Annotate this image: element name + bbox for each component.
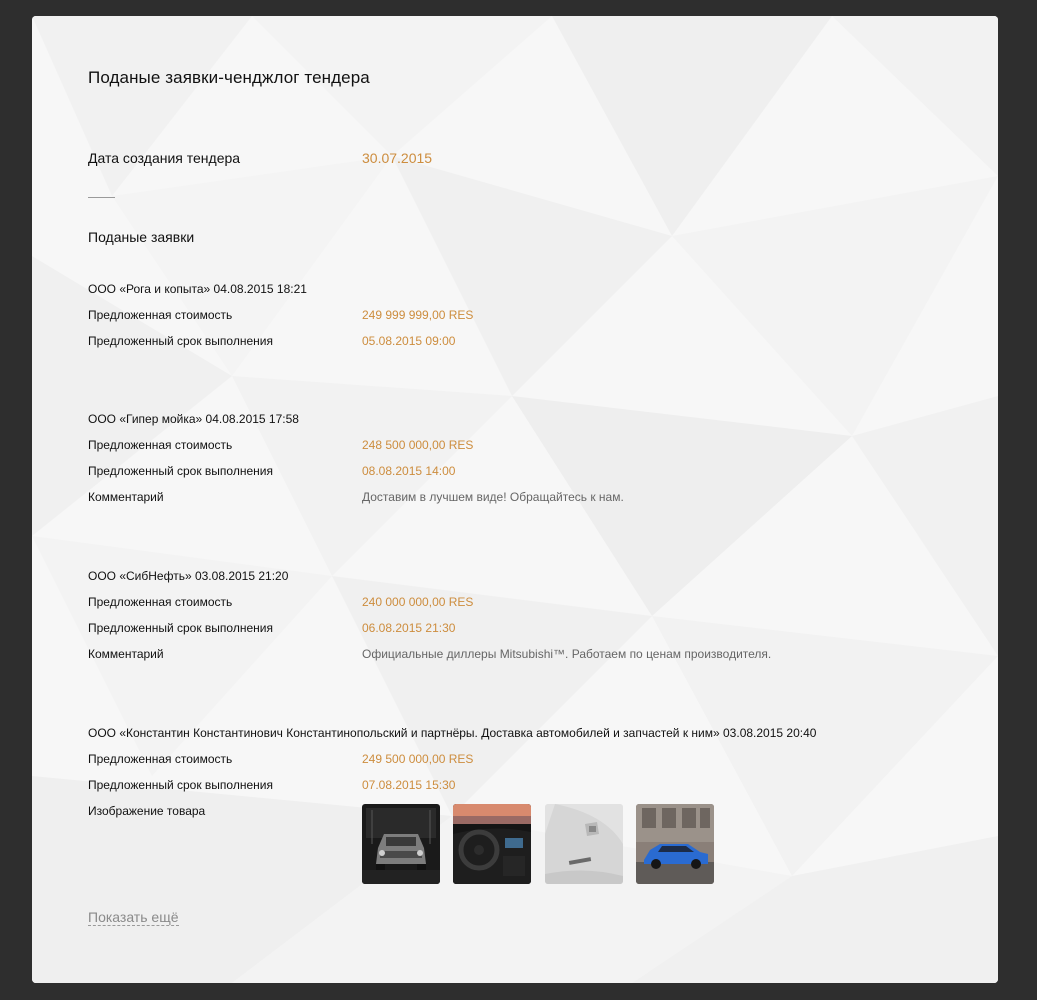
row-value: 249 500 000,00 RES xyxy=(362,752,474,766)
product-image-car-rear[interactable] xyxy=(545,804,623,884)
row-value: Доставим в лучшем виде! Обращайтесь к на… xyxy=(362,490,624,504)
row-label: Комментарий xyxy=(88,490,164,504)
row-label: Предложенная стоимость xyxy=(88,595,233,609)
row-value: 07.08.2015 15:30 xyxy=(362,778,456,792)
car-front-image xyxy=(362,804,440,884)
product-image-car-blue[interactable] xyxy=(636,804,714,884)
divider xyxy=(88,197,115,198)
row-label: Предложенная стоимость xyxy=(88,308,233,322)
tender-card: Поданые заявки-ченджлог тендера Дата соз… xyxy=(32,16,998,983)
car-interior-image xyxy=(453,804,531,884)
bid-header: ООО «Константин Константинович Константи… xyxy=(88,726,817,740)
bid-row-deadline: Предложенный срок выполнения 07.08.2015 … xyxy=(88,778,968,796)
bid-row-price: Предложенная стоимость 248 500 000,00 RE… xyxy=(88,438,968,456)
bid-row-images: Изображение товара xyxy=(88,804,968,886)
row-value: 249 999 999,00 RES xyxy=(362,308,474,322)
bid-header: ООО «СибНефть» 03.08.2015 21:20 xyxy=(88,569,289,583)
bid-row-price: Предложенная стоимость 249 999 999,00 RE… xyxy=(88,308,968,326)
row-value: 240 000 000,00 RES xyxy=(362,595,474,609)
product-image-car-interior[interactable] xyxy=(453,804,531,884)
bid-header: ООО «Гипер мойка» 04.08.2015 17:58 xyxy=(88,412,299,426)
row-value: 05.08.2015 09:00 xyxy=(362,334,456,348)
bid-row-deadline: Предложенный срок выполнения 08.08.2015 … xyxy=(88,464,968,482)
bid-row-comment: Комментарий Официальные диллеры Mitsubis… xyxy=(88,647,968,665)
bid-header: ООО «Рога и копыта» 04.08.2015 18:21 xyxy=(88,282,307,296)
car-blue-image xyxy=(636,804,714,884)
bid-row-comment: Комментарий Доставим в лучшем виде! Обра… xyxy=(88,490,968,508)
row-label: Предложенный срок выполнения xyxy=(88,334,273,348)
row-value: 08.08.2015 14:00 xyxy=(362,464,456,478)
bid-row-price: Предложенная стоимость 240 000 000,00 RE… xyxy=(88,595,968,613)
row-label: Предложенный срок выполнения xyxy=(88,778,273,792)
page-title: Поданые заявки-ченджлог тендера xyxy=(88,68,370,87)
bid-row-deadline: Предложенный срок выполнения 05.08.2015 … xyxy=(88,334,968,352)
created-label: Дата создания тендера xyxy=(88,150,241,166)
show-more-link[interactable]: Показать ещё xyxy=(88,909,179,926)
car-rear-image xyxy=(545,804,623,884)
row-label: Изображение товара xyxy=(88,804,206,818)
row-label: Предложенная стоимость xyxy=(88,438,233,452)
created-value: 30.07.2015 xyxy=(362,150,433,166)
product-image-car-front[interactable] xyxy=(362,804,440,884)
row-value: Официальные диллеры Mitsubishi™. Работае… xyxy=(362,647,772,661)
row-label: Предложенная стоимость xyxy=(88,752,233,766)
row-value: 06.08.2015 21:30 xyxy=(362,621,456,635)
row-label: Предложенный срок выполнения xyxy=(88,621,273,635)
row-label: Комментарий xyxy=(88,647,164,661)
bid-row-price: Предложенная стоимость 249 500 000,00 RE… xyxy=(88,752,968,770)
row-label: Предложенный срок выполнения xyxy=(88,464,273,478)
row-value: 248 500 000,00 RES xyxy=(362,438,474,452)
bid-row-deadline: Предложенный срок выполнения 06.08.2015 … xyxy=(88,621,968,639)
section-title: Поданые заявки xyxy=(88,229,195,245)
